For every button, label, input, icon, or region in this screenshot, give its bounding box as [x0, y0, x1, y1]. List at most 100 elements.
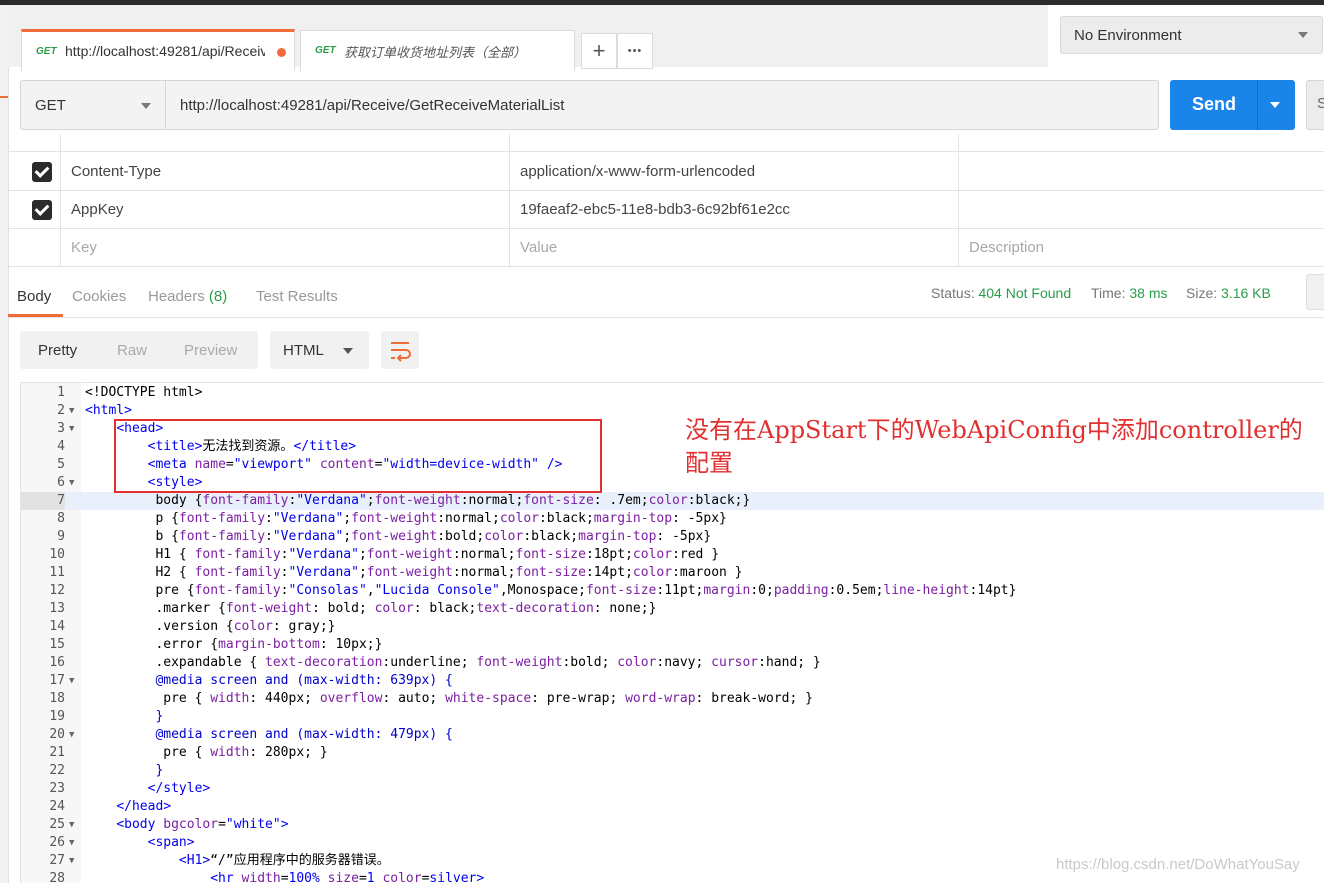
fold-toggle-icon[interactable]: ▼ — [69, 474, 74, 492]
code-text: @media screen and (max-width: 479px) { — [155, 727, 453, 742]
new-key-input[interactable]: Key — [60, 229, 509, 266]
new-value-input[interactable]: Value — [509, 229, 958, 266]
line-number: 1 — [57, 385, 65, 400]
annotation-highlight-box — [114, 419, 602, 493]
view-preview-button[interactable]: Preview — [184, 342, 237, 359]
line-number: 20 — [49, 727, 65, 742]
fold-toggle-icon[interactable]: ▼ — [69, 726, 74, 744]
wrap-lines-button[interactable] — [381, 331, 419, 369]
code-line: 14 .version {color: gray;} — [21, 618, 1324, 636]
line-number: 9 — [57, 529, 65, 544]
line-number: 3 — [57, 421, 65, 436]
header-enabled-checkbox[interactable] — [32, 200, 52, 220]
code-line: 25 ▼ <body bgcolor="white"> — [21, 816, 1324, 834]
header-key-cell[interactable]: Content-Type — [60, 153, 509, 190]
send-options-chevron-icon[interactable] — [1270, 102, 1280, 108]
code-text: <html> — [85, 403, 132, 418]
line-number: 26 — [49, 835, 65, 850]
table-row-clipped — [8, 134, 1324, 152]
code-line: 19 } — [21, 708, 1324, 726]
active-tab-underline — [8, 314, 63, 317]
code-text: H1 { font-family:"Verdana";font-weight:n… — [85, 547, 720, 562]
code-line: 26 ▼ <span> — [21, 834, 1324, 852]
fold-toggle-icon[interactable]: ▼ — [69, 852, 74, 870]
code-text: p {font-family:"Verdana";font-weight:nor… — [85, 511, 727, 526]
tab-options-button[interactable]: ••• — [617, 33, 653, 69]
header-value-cell[interactable]: 19faeaf2-ebc5-11e8-bdb3-6c92bf61e2cc — [509, 191, 958, 228]
tab-body[interactable]: Body — [17, 288, 51, 305]
fold-toggle-icon[interactable]: ▼ — [69, 834, 74, 852]
code-text: @media screen and (max-width: 639px) { — [155, 673, 453, 688]
unsaved-dot-icon — [277, 48, 286, 57]
code-line: 1 <!DOCTYPE html> — [21, 384, 1324, 402]
url-input[interactable] — [165, 80, 1159, 130]
header-description-cell[interactable] — [958, 191, 1324, 228]
chevron-down-icon — [141, 103, 151, 109]
time-readout: Time: 38 ms — [1091, 285, 1168, 301]
format-select[interactable]: HTML — [270, 331, 369, 369]
annotation-note: 没有在AppStart下的WebApiConfig中添加controller的配… — [685, 416, 1303, 477]
code-text: } — [155, 763, 164, 778]
header-enabled-checkbox[interactable] — [32, 162, 52, 182]
view-raw-button[interactable]: Raw — [117, 342, 147, 359]
line-number: 7 — [21, 492, 65, 510]
code-line: 17 ▼ @media screen and (max-width: 639px)… — [21, 672, 1324, 690]
send-button[interactable]: Send — [1170, 80, 1295, 130]
line-number: 21 — [49, 745, 65, 760]
code-text: .error {margin-bottom: 10px;} — [85, 637, 383, 652]
tab-cookies[interactable]: Cookies — [72, 288, 126, 305]
code-text: .marker {font-weight: bold; color: black… — [85, 601, 657, 616]
line-number: 24 — [49, 799, 65, 814]
http-method-label: GET — [35, 97, 66, 114]
code-line: 16 .expandable { text-decoration:underli… — [21, 654, 1324, 672]
value-placeholder: Value — [520, 239, 558, 256]
fold-toggle-icon[interactable]: ▼ — [69, 816, 74, 834]
view-pretty-button[interactable]: Pretty — [38, 342, 77, 359]
save-button[interactable]: S — [1306, 80, 1324, 130]
request-tab-2[interactable]: GET 获取订单收货地址列表（全部） — [300, 30, 575, 72]
code-line: 8 p {font-family:"Verdana";font-weight:n… — [21, 510, 1324, 528]
plus-icon: + — [592, 38, 606, 63]
environment-select[interactable]: No Environment — [1060, 16, 1323, 54]
header-value: application/x-www-form-urlencoded — [520, 163, 756, 180]
fold-toggle-icon[interactable]: ▼ — [69, 420, 74, 438]
header-description-cell[interactable] — [958, 153, 1324, 190]
header-key-cell[interactable]: AppKey — [60, 191, 509, 228]
line-number: 25 — [49, 817, 65, 832]
response-tab-bar: Body Cookies Headers (8) Test Results St… — [8, 268, 1324, 318]
size-readout: Size: 3.16 KB — [1186, 285, 1271, 301]
code-line: 15 .error {margin-bottom: 10px;} — [21, 636, 1324, 654]
size-value: 3.16 KB — [1221, 285, 1271, 301]
description-placeholder: Description — [969, 239, 1045, 256]
code-text: body {font-family:"Verdana";font-weight:… — [85, 493, 751, 508]
code-line: 11 H2 { font-family:"Verdana";font-weigh… — [21, 564, 1324, 582]
tab-test-results[interactable]: Test Results — [256, 288, 338, 305]
request-tab-bar: GET http://localhost:49281/api/Receiv GE… — [8, 5, 1048, 72]
header-value: 19faeaf2-ebc5-11e8-bdb3-6c92bf61e2cc — [520, 201, 790, 218]
http-method-select[interactable]: GET — [20, 80, 166, 130]
code-line: 21 pre { width: 280px; } — [21, 744, 1324, 762]
add-tab-button[interactable]: + — [581, 33, 617, 69]
fold-toggle-icon[interactable]: ▼ — [69, 672, 74, 690]
ellipsis-icon: ••• — [627, 45, 643, 57]
code-text: .version {color: gray;} — [85, 619, 336, 634]
save-label: S — [1317, 95, 1324, 112]
line-number: 5 — [57, 457, 65, 472]
new-description-input[interactable]: Description — [958, 229, 1324, 266]
tab-title: 获取订单收货地址列表（全部） — [344, 45, 527, 60]
tab-headers[interactable]: Headers (8) — [148, 288, 227, 305]
header-value-cell[interactable]: application/x-www-form-urlencoded — [509, 153, 958, 190]
line-number: 2 — [57, 403, 65, 418]
code-text: <!DOCTYPE html> — [85, 385, 203, 400]
code-text: H2 { font-family:"Verdana";font-weight:n… — [85, 565, 743, 580]
code-line: 12 pre {font-family:"Consolas","Lucida C… — [21, 582, 1324, 600]
format-label: HTML — [283, 342, 324, 359]
fold-toggle-icon[interactable]: ▼ — [69, 402, 74, 420]
request-tab-active[interactable]: GET http://localhost:49281/api/Receiv — [21, 29, 295, 71]
download-button[interactable] — [1306, 274, 1324, 310]
time-label: Time: — [1091, 285, 1126, 301]
line-number: 19 — [49, 709, 65, 724]
line-number: 11 — [49, 565, 65, 580]
code-text: pre {font-family:"Consolas","Lucida Cons… — [85, 583, 1017, 598]
code-line: 13 .marker {font-weight: bold; color: bl… — [21, 600, 1324, 618]
